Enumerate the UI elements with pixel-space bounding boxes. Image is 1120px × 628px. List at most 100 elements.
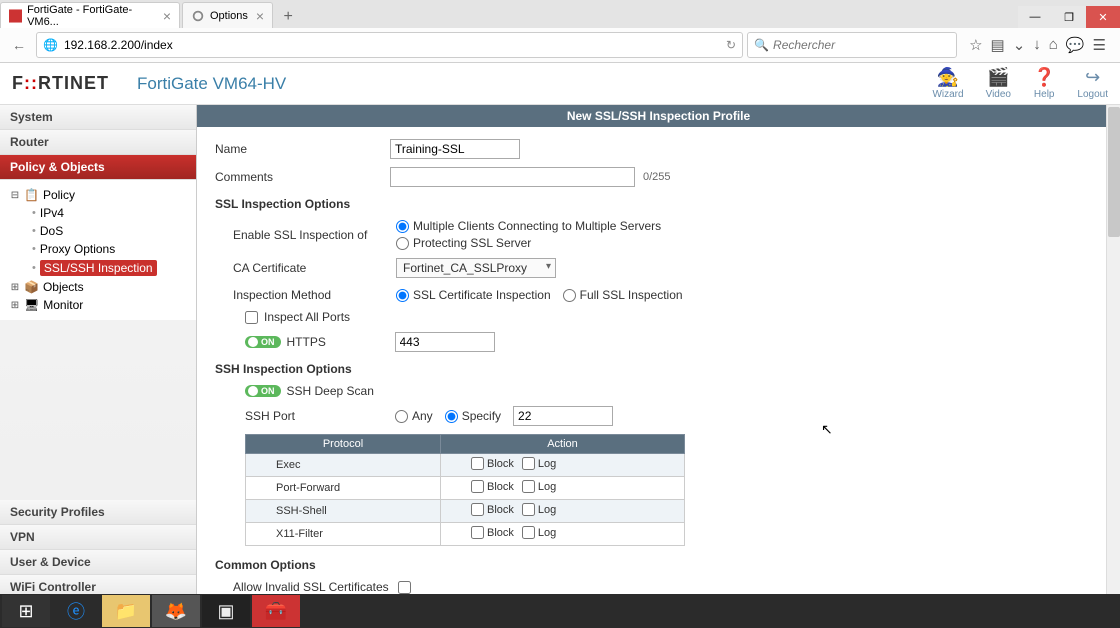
new-tab-button[interactable]: + bbox=[275, 6, 301, 28]
th-action: Action bbox=[441, 435, 685, 454]
name-input[interactable] bbox=[390, 139, 520, 159]
portforward-block-checkbox[interactable] bbox=[471, 480, 484, 493]
sshshell-block-checkbox[interactable] bbox=[471, 503, 484, 516]
tree-dos[interactable]: •DoS bbox=[32, 222, 196, 240]
tree-proxy[interactable]: •Proxy Options bbox=[32, 240, 196, 258]
globe-icon: 🌐 bbox=[43, 38, 58, 52]
bullet-icon: • bbox=[32, 207, 36, 219]
inspect-all-ports-checkbox[interactable] bbox=[245, 311, 258, 324]
downloads-icon[interactable]: ↓ bbox=[1033, 36, 1041, 54]
minimize-button[interactable]: — bbox=[1018, 6, 1052, 28]
tools-button[interactable]: 🧰 bbox=[252, 595, 300, 627]
allow-invalid-checkbox[interactable] bbox=[398, 581, 411, 594]
search-bar[interactable]: 🔍 bbox=[747, 32, 957, 58]
tree-ipv4[interactable]: •IPv4 bbox=[32, 204, 196, 222]
sidebar-item-security-profiles[interactable]: Security Profiles bbox=[0, 500, 196, 525]
label-inspection-method: Inspection Method bbox=[233, 288, 396, 302]
close-window-button[interactable]: ✕ bbox=[1086, 6, 1120, 28]
radio-ssh-specify[interactable] bbox=[445, 410, 458, 423]
app-body: System Router Policy & Objects ⊟📋Policy … bbox=[0, 105, 1120, 625]
proto-x11: X11-Filter bbox=[246, 523, 441, 546]
home-icon[interactable]: ⌂ bbox=[1049, 36, 1058, 54]
ie-button[interactable]: ⓔ bbox=[52, 595, 100, 627]
proto-portforward: Port-Forward bbox=[246, 477, 441, 500]
close-icon[interactable]: × bbox=[256, 8, 264, 24]
ca-cert-select[interactable]: Fortinet_CA_SSLProxy bbox=[396, 258, 556, 278]
label-ssh-deep: SSH Deep Scan bbox=[287, 384, 374, 398]
logout-button[interactable]: ↪Logout bbox=[1077, 67, 1108, 100]
protocol-table: Protocol Action Exec BlockLog Port-Forwa… bbox=[245, 434, 685, 546]
content: New SSL/SSH Inspection Profile Name Comm… bbox=[197, 105, 1120, 625]
pocket-icon[interactable]: ⌄ bbox=[1013, 36, 1026, 54]
radio-ssl-cert-inspection[interactable] bbox=[396, 289, 409, 302]
url-bar[interactable]: 🌐 192.168.2.200/index ↻ bbox=[36, 32, 743, 58]
expand-icon[interactable]: ⊞ bbox=[10, 300, 20, 311]
table-row: Exec BlockLog bbox=[246, 454, 685, 477]
tree-policy[interactable]: ⊟📋Policy bbox=[10, 186, 196, 204]
start-button[interactable]: ⊞ bbox=[2, 595, 50, 627]
tree-monitor[interactable]: ⊞🖥Monitor bbox=[10, 296, 196, 314]
chat-icon[interactable]: 💬 bbox=[1066, 36, 1085, 54]
x11-log-checkbox[interactable] bbox=[522, 526, 535, 539]
ssh-deep-toggle[interactable]: ON bbox=[245, 385, 281, 397]
sidebar-item-user-device[interactable]: User & Device bbox=[0, 550, 196, 575]
maximize-button[interactable]: ❐ bbox=[1052, 6, 1086, 28]
table-row: X11-Filter BlockLog bbox=[246, 523, 685, 546]
terminal-button[interactable]: ▣ bbox=[202, 595, 250, 627]
collapse-icon[interactable]: ⊟ bbox=[10, 190, 20, 201]
help-button[interactable]: ❓Help bbox=[1033, 67, 1055, 100]
radio-protecting-server[interactable] bbox=[396, 237, 409, 250]
scrollbar[interactable] bbox=[1106, 105, 1120, 625]
https-toggle[interactable]: ON bbox=[245, 336, 281, 348]
back-button[interactable]: ← bbox=[6, 32, 32, 58]
wizard-button[interactable]: 🧙Wizard bbox=[932, 67, 963, 100]
close-icon[interactable]: × bbox=[163, 8, 171, 24]
wizard-icon: 🧙 bbox=[937, 67, 959, 88]
help-icon: ❓ bbox=[1033, 67, 1055, 88]
ssh-port-input[interactable] bbox=[513, 406, 613, 426]
exec-log-checkbox[interactable] bbox=[522, 457, 535, 470]
exec-block-checkbox[interactable] bbox=[471, 457, 484, 470]
sshshell-log-checkbox[interactable] bbox=[522, 503, 535, 516]
radio-full-ssl[interactable] bbox=[563, 289, 576, 302]
app-header: F::RTINET FortiGate VM64-HV 🧙Wizard 🎬Vid… bbox=[0, 63, 1120, 105]
tab-options[interactable]: Options × bbox=[182, 2, 273, 28]
radio-multiple-clients[interactable] bbox=[396, 220, 409, 233]
sidebar-item-router[interactable]: Router bbox=[0, 130, 196, 155]
sidebar-main: System Router Policy & Objects ⊟📋Policy … bbox=[0, 105, 196, 500]
sidebar-item-policy-objects[interactable]: Policy & Objects bbox=[0, 155, 196, 180]
app: F::RTINET FortiGate VM64-HV 🧙Wizard 🎬Vid… bbox=[0, 63, 1120, 625]
firefox-button[interactable]: 🦊 bbox=[152, 595, 200, 627]
expand-icon[interactable]: ⊞ bbox=[10, 282, 20, 293]
table-row: Port-Forward BlockLog bbox=[246, 477, 685, 500]
tab-fortigate[interactable]: FortiGate - FortiGate-VM6... × bbox=[0, 2, 180, 28]
shield-icon bbox=[9, 9, 22, 23]
search-input[interactable] bbox=[773, 38, 950, 52]
menu-icon[interactable]: ☰ bbox=[1093, 36, 1106, 54]
scrollbar-thumb[interactable] bbox=[1108, 107, 1120, 237]
portforward-log-checkbox[interactable] bbox=[522, 480, 535, 493]
video-button[interactable]: 🎬Video bbox=[986, 67, 1011, 100]
folder-icon: 📦 bbox=[24, 280, 39, 294]
search-icon: 🔍 bbox=[754, 38, 769, 52]
radio-ssh-any[interactable] bbox=[395, 410, 408, 423]
library-icon[interactable]: ▤ bbox=[991, 36, 1005, 54]
refresh-icon[interactable]: ↻ bbox=[726, 38, 736, 52]
sidebar-item-vpn[interactable]: VPN bbox=[0, 525, 196, 550]
label-enable-ssl: Enable SSL Inspection of bbox=[233, 228, 396, 242]
https-port-input[interactable] bbox=[395, 332, 495, 352]
sidebar: System Router Policy & Objects ⊟📋Policy … bbox=[0, 105, 197, 625]
tab-label: FortiGate - FortiGate-VM6... bbox=[27, 4, 155, 28]
bookmark-icon[interactable]: ☆ bbox=[969, 36, 982, 54]
label-name: Name bbox=[215, 142, 390, 156]
tree-ssl-ssh[interactable]: •SSL/SSH Inspection bbox=[32, 258, 196, 278]
sidebar-item-system[interactable]: System bbox=[0, 105, 196, 130]
explorer-button[interactable]: 📁 bbox=[102, 595, 150, 627]
nav-bar: ← 🌐 192.168.2.200/index ↻ 🔍 ☆ ▤ ⌄ ↓ ⌂ 💬 … bbox=[0, 28, 1120, 62]
form: Name Comments 0/255 SSL Inspection Optio… bbox=[197, 127, 1120, 625]
x11-block-checkbox[interactable] bbox=[471, 526, 484, 539]
label-comments: Comments bbox=[215, 170, 390, 184]
comments-input[interactable] bbox=[390, 167, 635, 187]
tree-objects[interactable]: ⊞📦Objects bbox=[10, 278, 196, 296]
toolbar-icons: ☆ ▤ ⌄ ↓ ⌂ 💬 ☰ bbox=[961, 36, 1114, 54]
